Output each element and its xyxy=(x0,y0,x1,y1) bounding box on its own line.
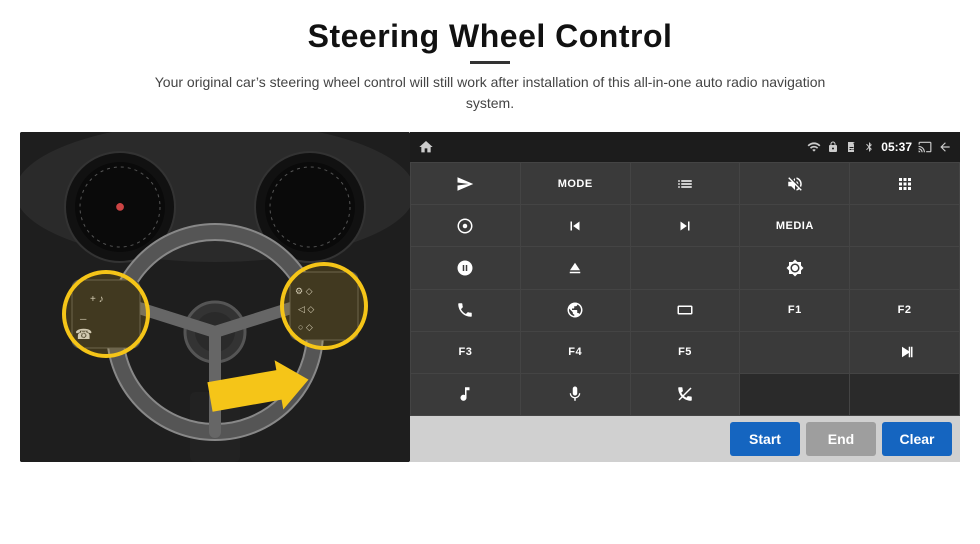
btn-f3[interactable]: F4 xyxy=(521,332,630,373)
btn-radio[interactable] xyxy=(631,247,740,288)
clear-button[interactable]: Clear xyxy=(882,422,952,456)
btn-globe[interactable] xyxy=(521,290,630,331)
brightness-icon xyxy=(786,259,804,277)
title-divider xyxy=(470,61,510,64)
btn-phone-end[interactable] xyxy=(631,374,740,415)
lock-icon xyxy=(827,141,839,153)
btn-dvd[interactable] xyxy=(850,247,959,288)
btn-grid-apps[interactable] xyxy=(850,163,959,204)
btn-f2[interactable]: F3 xyxy=(411,332,520,373)
music-icon xyxy=(456,385,474,403)
send-icon xyxy=(456,175,474,193)
btn-mute[interactable] xyxy=(740,163,849,204)
eject-icon xyxy=(566,259,584,277)
btn-empty-1 xyxy=(740,374,849,415)
btn-eq[interactable]: F1 xyxy=(740,290,849,331)
btn-settings[interactable] xyxy=(411,205,520,246)
btn-phone[interactable] xyxy=(411,290,520,331)
btn-empty-2 xyxy=(850,374,959,415)
status-bar-left xyxy=(418,139,434,155)
btn-music[interactable] xyxy=(411,374,520,415)
btn-mode[interactable]: MODE xyxy=(521,163,630,204)
content-area: ● xyxy=(20,132,960,462)
phone-end-icon xyxy=(676,385,694,403)
skip-prev-icon xyxy=(566,217,584,235)
btn-360[interactable] xyxy=(411,247,520,288)
btn-next[interactable] xyxy=(631,205,740,246)
btn-rect[interactable] xyxy=(631,290,740,331)
settings-icon xyxy=(456,217,474,235)
cast-icon xyxy=(918,140,932,154)
control-panel: 05:37 MODE xyxy=(410,132,960,462)
btn-prev[interactable] xyxy=(521,205,630,246)
car-360-icon xyxy=(456,259,474,277)
back-icon xyxy=(938,140,952,154)
skip-next-icon xyxy=(676,217,694,235)
btn-tv[interactable]: MEDIA xyxy=(740,205,849,246)
rect-icon xyxy=(676,301,694,319)
btn-media[interactable] xyxy=(850,205,959,246)
button-grid: MODE MED xyxy=(410,162,960,416)
steering-wheel-svg: ● xyxy=(20,132,410,462)
car-image: ● xyxy=(20,132,410,462)
list-icon xyxy=(676,175,694,193)
btn-f5[interactable] xyxy=(740,332,849,373)
start-button[interactable]: Start xyxy=(730,422,800,456)
svg-text:●: ● xyxy=(115,196,126,216)
status-bar-right: 05:37 xyxy=(807,140,952,154)
wifi-icon xyxy=(807,140,821,154)
status-bar: 05:37 xyxy=(410,132,960,162)
btn-list[interactable] xyxy=(631,163,740,204)
sim-icon xyxy=(845,141,857,153)
home-icon xyxy=(418,139,434,155)
mute-icon xyxy=(786,175,804,193)
page-title: Steering Wheel Control xyxy=(140,18,840,55)
btn-playpause[interactable] xyxy=(850,332,959,373)
bottom-bar: Start End Clear xyxy=(410,416,960,462)
page-subtitle: Your original car’s steering wheel contr… xyxy=(140,72,840,114)
playpause-icon xyxy=(896,343,914,361)
end-button[interactable]: End xyxy=(806,422,876,456)
btn-f1[interactable]: F2 xyxy=(850,290,959,331)
page-container: Steering Wheel Control Your original car… xyxy=(0,0,980,544)
btn-eject[interactable] xyxy=(521,247,630,288)
btn-brightness[interactable] xyxy=(740,247,849,288)
btn-f4[interactable]: F5 xyxy=(631,332,740,373)
title-section: Steering Wheel Control Your original car… xyxy=(140,18,840,126)
bluetooth-icon xyxy=(863,141,875,153)
btn-send[interactable] xyxy=(411,163,520,204)
phone-icon xyxy=(456,301,474,319)
mic-icon xyxy=(566,385,584,403)
apps-icon xyxy=(896,175,914,193)
btn-mic[interactable] xyxy=(521,374,630,415)
globe-icon xyxy=(566,301,584,319)
status-time: 05:37 xyxy=(881,140,912,154)
